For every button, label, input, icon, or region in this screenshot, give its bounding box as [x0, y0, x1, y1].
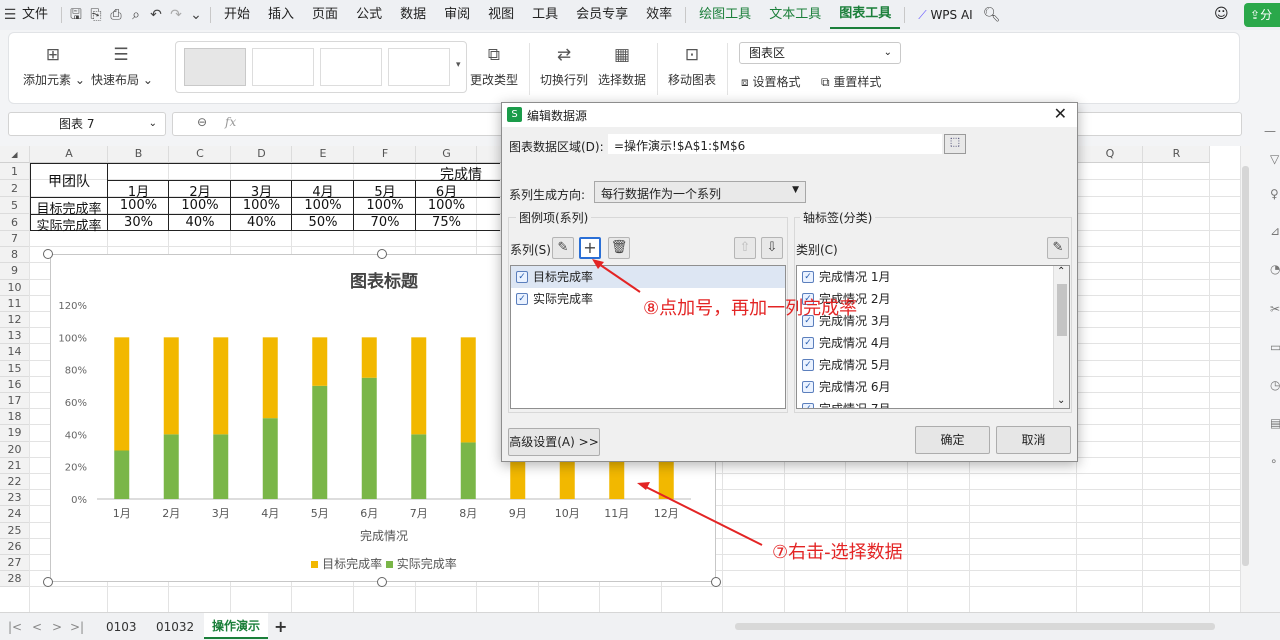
- sheet-tab[interactable]: 01032: [156, 617, 194, 637]
- prev-sheet-icon[interactable]: <: [32, 617, 42, 637]
- first-sheet-icon[interactable]: |<: [8, 617, 22, 637]
- annotation-arrow: [595, 261, 641, 293]
- sheet-tab-active[interactable]: 操作演示: [204, 613, 269, 639]
- annotation-step8: ⑧点加号，再加一列完成率: [643, 298, 858, 319]
- add-sheet-button[interactable]: +: [274, 617, 287, 637]
- next-sheet-icon[interactable]: >: [52, 617, 62, 637]
- annotation-arrowhead: [592, 259, 604, 269]
- annotation-arrow: [641, 484, 763, 546]
- last-sheet-icon[interactable]: >|: [70, 617, 84, 637]
- sheet-tabs-bar: |< < > >| 0103 01032 操作演示 +: [0, 612, 1280, 640]
- horizontal-scrollbar[interactable]: [735, 623, 1215, 630]
- annotation-arrows: [592, 259, 763, 546]
- annotation-step7: ⑦右击-选择数据: [772, 542, 903, 563]
- sheet-tab[interactable]: 0103: [106, 617, 137, 637]
